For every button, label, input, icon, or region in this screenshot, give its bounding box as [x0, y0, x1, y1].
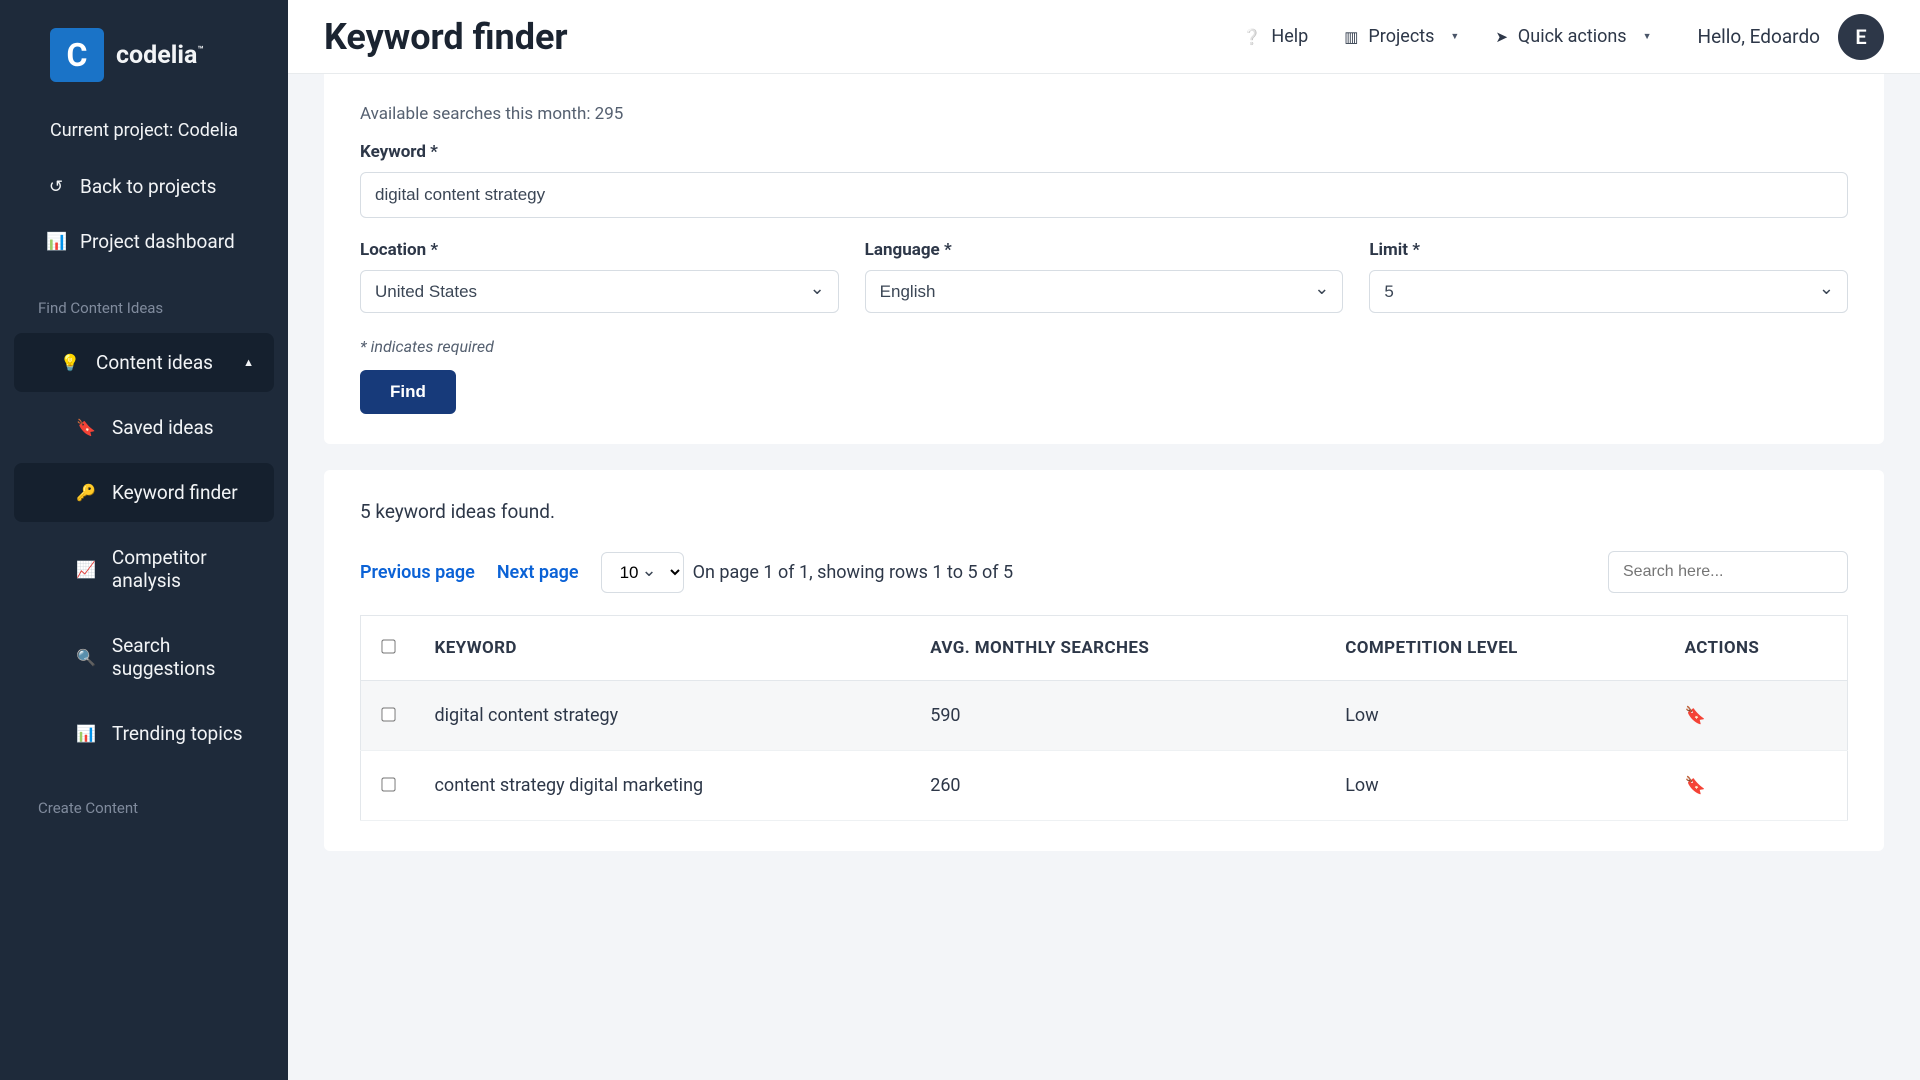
project-dashboard-link[interactable]: 📊 Project dashboard — [0, 214, 288, 269]
projects-label: Projects — [1368, 26, 1434, 47]
avatar[interactable]: E — [1838, 14, 1884, 60]
results-search-input[interactable] — [1608, 551, 1848, 593]
nav-keyword-finder-label: Keyword finder — [112, 481, 238, 504]
nav-keyword-finder[interactable]: 🔑 Keyword finder — [14, 463, 274, 522]
nav-saved-ideas[interactable]: 🔖 Saved ideas — [14, 398, 274, 457]
nav-saved-ideas-label: Saved ideas — [112, 416, 214, 439]
results-count: 5 keyword ideas found. — [360, 500, 1848, 523]
sitemap-icon: ▥ — [1344, 28, 1358, 46]
limit-label: Limit * — [1369, 240, 1848, 260]
cursor-icon: ➤ — [1495, 28, 1508, 46]
next-page-link[interactable]: Next page — [497, 562, 579, 583]
col-keyword: KEYWORD — [417, 616, 913, 681]
chevron-down-icon: ▼ — [1643, 31, 1652, 42]
location-label: Location * — [360, 240, 839, 260]
dashboard-icon: 📊 — [46, 232, 66, 252]
prev-page-link[interactable]: Previous page — [360, 562, 475, 583]
nav-suggestions-label: Search suggestions — [112, 634, 254, 680]
nav-competitor-analysis[interactable]: 📈 Competitor analysis — [14, 528, 274, 610]
nav-search-suggestions[interactable]: 🔍 Search suggestions — [14, 616, 274, 698]
help-label: Help — [1271, 26, 1308, 47]
select-all-checkbox[interactable] — [382, 639, 396, 653]
quick-actions-label: Quick actions — [1518, 26, 1627, 47]
back-to-projects-link[interactable]: ↺ Back to projects — [0, 159, 288, 214]
sidebar: C codelia™ Current project: Codelia ↺ Ba… — [0, 0, 288, 1080]
table-row: content strategy digital marketing 260 L… — [361, 751, 1848, 821]
search-form-card: Available searches this month: 295 Keywo… — [324, 74, 1884, 444]
greeting: Hello, Edoardo — [1698, 25, 1820, 48]
nav-trending-topics[interactable]: 📊 Trending topics — [14, 704, 274, 763]
logo-text: codelia™ — [116, 41, 204, 70]
location-select[interactable]: United States — [360, 270, 839, 313]
page-size-select[interactable]: 10 — [601, 552, 684, 593]
chart-icon: 📈 — [76, 560, 96, 579]
topbar: Keyword finder ❔ Help ▥ Projects ▼ ➤ Qui… — [288, 0, 1920, 74]
cell-competition: Low — [1327, 751, 1666, 821]
row-checkbox[interactable] — [382, 707, 396, 721]
bookmark-icon[interactable]: 🔖 — [1685, 776, 1706, 796]
bookmark-icon: 🔖 — [76, 418, 96, 437]
caret-up-icon: ▲ — [243, 356, 254, 369]
logo-mark: C — [50, 28, 104, 82]
keyword-input[interactable] — [360, 172, 1848, 218]
cell-competition: Low — [1327, 681, 1666, 751]
table-row: digital content strategy 590 Low 🔖 — [361, 681, 1848, 751]
results-card: 5 keyword ideas found. Previous page Nex… — [324, 470, 1884, 851]
limit-select[interactable]: 5 — [1369, 270, 1848, 313]
bars-icon: 📊 — [76, 724, 96, 743]
back-to-projects-label: Back to projects — [80, 175, 216, 198]
page-title: Keyword finder — [324, 16, 568, 58]
required-note: * indicates required — [360, 337, 1848, 356]
nav-content-ideas-label: Content ideas — [96, 351, 213, 374]
keyword-label: Keyword * — [360, 142, 1848, 162]
key-icon: 🔑 — [76, 483, 96, 502]
language-label: Language * — [865, 240, 1344, 260]
section-find-ideas: Find Content Ideas — [0, 269, 288, 327]
cell-avg: 590 — [912, 681, 1327, 751]
bookmark-icon[interactable]: 🔖 — [1685, 706, 1706, 726]
search-icon: 🔍 — [76, 648, 96, 667]
quick-actions-menu[interactable]: ➤ Quick actions ▼ — [1495, 26, 1651, 47]
chevron-down-icon: ▼ — [1450, 31, 1459, 42]
nav-trending-label: Trending topics — [112, 722, 243, 745]
page-info: On page 1 of 1, showing rows 1 to 5 of 5 — [693, 562, 1014, 583]
projects-menu[interactable]: ▥ Projects ▼ — [1344, 26, 1459, 47]
language-select[interactable]: English — [865, 270, 1344, 313]
cell-avg: 260 — [912, 751, 1327, 821]
col-actions: ACTIONS — [1667, 616, 1848, 681]
undo-icon: ↺ — [46, 177, 66, 197]
section-create-content: Create Content — [0, 769, 288, 827]
cell-keyword: digital content strategy — [417, 681, 913, 751]
lightbulb-icon: 💡 — [60, 353, 80, 372]
row-checkbox[interactable] — [382, 777, 396, 791]
project-dashboard-label: Project dashboard — [80, 230, 235, 253]
col-avg: AVG. MONTHLY SEARCHES — [912, 616, 1327, 681]
col-competition: COMPETITION LEVEL — [1327, 616, 1666, 681]
available-searches: Available searches this month: 295 — [360, 104, 1848, 124]
find-button[interactable]: Find — [360, 370, 456, 414]
pagination: Previous page Next page 10 On page 1 of … — [360, 551, 1848, 593]
help-link[interactable]: ❔ Help — [1243, 26, 1309, 47]
cell-keyword: content strategy digital marketing — [417, 751, 913, 821]
results-table: KEYWORD AVG. MONTHLY SEARCHES COMPETITIO… — [360, 615, 1848, 821]
main-content: Keyword finder ❔ Help ▥ Projects ▼ ➤ Qui… — [288, 0, 1920, 1080]
nav-content-ideas[interactable]: 💡 Content ideas ▲ — [14, 333, 274, 392]
logo[interactable]: C codelia™ — [0, 28, 288, 102]
current-project: Current project: Codelia — [0, 102, 288, 159]
nav-competitor-label: Competitor analysis — [112, 546, 254, 592]
help-icon: ❔ — [1243, 28, 1262, 46]
